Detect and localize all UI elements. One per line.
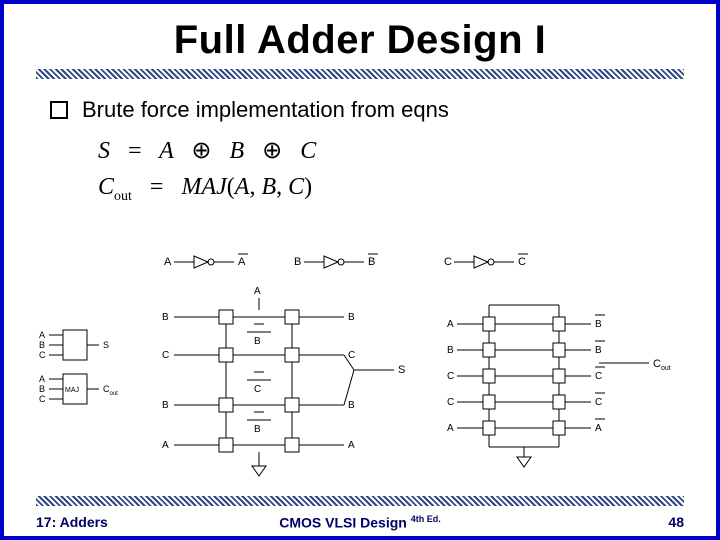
sum-cl: C <box>162 350 169 361</box>
sum-al2: A <box>162 440 169 451</box>
eq-arg-b: B <box>261 174 276 200</box>
inverter-a: A A <box>164 254 248 268</box>
equation-sum: S = A ⊕ B ⊕ C <box>98 133 716 169</box>
sum-schematic: A B B B C <box>162 286 405 476</box>
cout-c2: C <box>447 397 454 408</box>
eq-cout-sub: out <box>114 189 132 204</box>
title-underline <box>36 69 684 79</box>
equations: S = A ⊕ B ⊕ C Cout = MAJ(A, B, C) <box>98 133 716 207</box>
sum-ar2: A <box>348 440 355 451</box>
label-abar: A <box>238 256 246 268</box>
bullet-text: Brute force implementation from eqns <box>82 97 449 123</box>
cout-a: A <box>447 319 454 330</box>
blk-a2: A <box>39 374 45 384</box>
cout-a2: A <box>447 423 454 434</box>
eq-rp: ) <box>304 174 312 200</box>
blk-c2: C <box>39 394 46 404</box>
blk-maj: MAJ <box>65 387 79 394</box>
eq-lp: ( <box>227 174 235 200</box>
inverter-c: C C <box>444 254 528 268</box>
circuit-svg: A A B B C <box>34 250 694 480</box>
cout-out: Cout <box>653 358 671 372</box>
eq-maj: MAJ <box>181 174 226 200</box>
sum-mid-bbar2: B <box>254 424 261 435</box>
label-a: A <box>164 256 172 268</box>
circuit-diagrams: A A B B C <box>34 250 686 486</box>
sum-br: B <box>348 312 355 323</box>
eq-a: A <box>159 138 173 164</box>
footer-center-ed: 4th Ed. <box>411 514 441 524</box>
sum-cr: C <box>348 350 355 361</box>
equation-cout: Cout = MAJ(A, B, C) <box>98 169 716 207</box>
cout-c: C <box>447 371 454 382</box>
blk-s: S <box>103 340 109 350</box>
blk-b: B <box>39 340 45 350</box>
cout-bbar2: B <box>595 345 602 356</box>
eq-equals: = <box>128 138 142 164</box>
eq-xor1: ⊕ <box>191 138 211 164</box>
label-b: B <box>294 256 301 268</box>
cout-cbar2: C <box>595 397 602 408</box>
blk-a: A <box>39 330 45 340</box>
eq-s: S <box>98 138 110 164</box>
bullet-marker <box>50 101 68 119</box>
eq-b: B <box>229 138 244 164</box>
blk-b2: B <box>39 384 45 394</box>
bullet-item: Brute force implementation from eqns <box>50 97 716 123</box>
eq-arg-c: C <box>288 174 304 200</box>
cout-abar2: A <box>595 423 602 434</box>
eq-equals2: = <box>150 174 164 200</box>
inverter-b: B B <box>294 254 378 268</box>
blk-c: C <box>39 350 46 360</box>
sum-mid-cbar: C <box>254 384 261 395</box>
cout-cbar: C <box>595 371 602 382</box>
slide: Full Adder Design I Brute force implemen… <box>0 0 720 540</box>
footer-center-main: CMOS VLSI Design <box>279 515 407 531</box>
eq-arg-a: A <box>235 174 250 200</box>
cout-schematic: A B B B C <box>447 305 671 467</box>
sum-top-a: A <box>254 286 261 297</box>
block-diagram: A B C S A B C MAJ Cout <box>39 330 118 404</box>
label-c: C <box>444 256 452 268</box>
footer-center: CMOS VLSI Design 4th Ed. <box>279 514 440 531</box>
sum-bl: B <box>162 312 169 323</box>
label-cbar: C <box>518 256 526 268</box>
eq-comma2: , <box>276 174 282 200</box>
eq-xor2: ⊕ <box>262 138 282 164</box>
blk-cout: Cout <box>103 384 118 397</box>
sum-mid-bbar: B <box>254 336 261 347</box>
footer-right: 48 <box>668 514 684 530</box>
eq-comma1: , <box>249 174 255 200</box>
eq-cout-c: C <box>98 174 114 200</box>
cout-b: B <box>447 345 454 356</box>
eq-c: C <box>300 138 316 164</box>
cout-bbar: B <box>595 319 602 330</box>
sum-out-s: S <box>398 364 405 376</box>
sum-br2: B <box>348 400 355 411</box>
slide-title: Full Adder Design I <box>4 18 716 63</box>
footer-left: 17: Adders <box>36 514 108 530</box>
footer-overline <box>36 496 684 506</box>
sum-bl2: B <box>162 400 169 411</box>
footer: 17: Adders CMOS VLSI Design 4th Ed. 48 <box>36 514 684 530</box>
label-bbar: B <box>368 256 375 268</box>
